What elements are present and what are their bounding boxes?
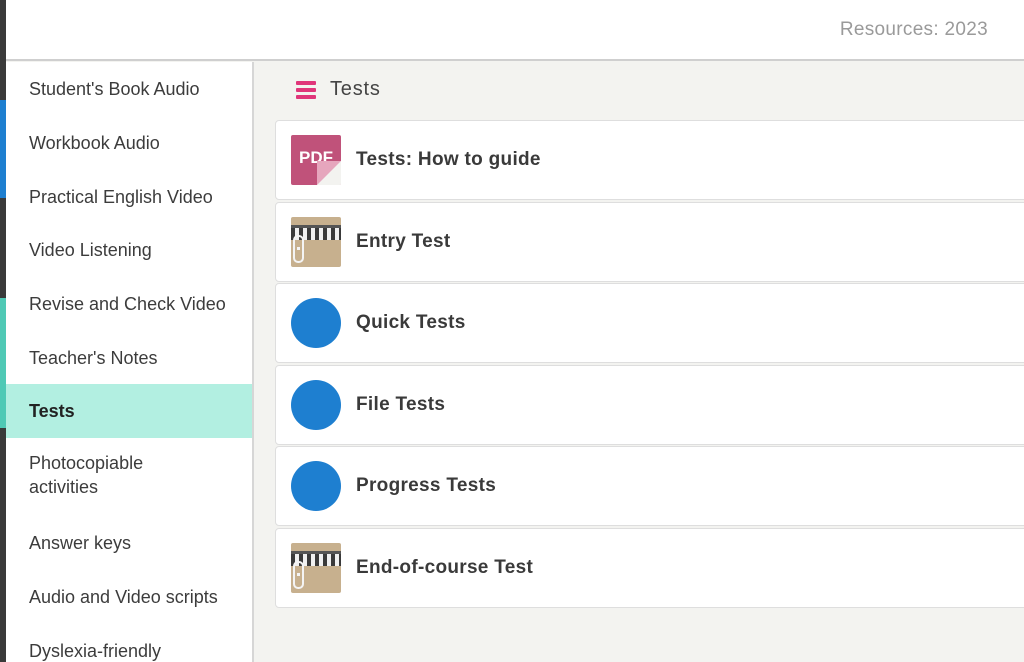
sidebar-item-teachers-notes[interactable]: Teacher's Notes — [6, 331, 252, 385]
sidebar-item-tests[interactable]: Tests — [6, 384, 252, 438]
folder-circle-icon — [291, 298, 341, 348]
resource-item-entry-test[interactable]: Entry Test — [275, 202, 1024, 282]
sidebar-item-label: Dyslexia-friendly — [29, 640, 162, 661]
pdf-file-icon: PDF — [291, 135, 341, 185]
sidebar-item-label: Revise and Check Video — [29, 293, 226, 314]
section-header: Tests — [296, 78, 381, 101]
section-title: Tests — [330, 78, 381, 100]
sidebar-item-students-book-audio[interactable]: Student's Book Audio — [6, 62, 252, 116]
sidebar-item-label: Video Listening — [29, 239, 152, 260]
sidebar-item-practical-english-video[interactable]: Practical English Video — [6, 170, 252, 224]
zip-archive-icon — [291, 543, 341, 593]
resource-item-quick-tests[interactable]: Quick Tests — [275, 283, 1024, 363]
resource-item-label: Tests: How to guide — [356, 149, 541, 170]
resource-item-tests-how-to-guide[interactable]: PDF Tests: How to guide — [275, 120, 1024, 200]
sidebar-item-workbook-audio[interactable]: Workbook Audio — [6, 116, 252, 170]
resource-item-label: Progress Tests — [356, 475, 497, 496]
folder-circle-icon — [291, 461, 341, 511]
resource-item-label: End-of-course Test — [356, 557, 534, 578]
sidebar-item-label: Answer keys — [29, 532, 132, 553]
sidebar-item-label: Workbook Audio — [29, 132, 160, 153]
resource-item-file-tests[interactable]: File Tests — [275, 365, 1024, 445]
sidebar-item-video-listening[interactable]: Video Listening — [6, 223, 252, 277]
sidebar: Student's Book Audio Workbook Audio Prac… — [6, 62, 254, 662]
sidebar-item-answer-keys[interactable]: Answer keys — [6, 516, 252, 570]
pdf-badge: PDF — [299, 148, 333, 167]
sidebar-item-label: Audio and Video scripts — [29, 586, 218, 607]
resource-item-label: File Tests — [356, 394, 446, 415]
sidebar-item-dyslexia-friendly[interactable]: Dyslexia-friendly — [6, 624, 252, 662]
resource-item-label: Entry Test — [356, 231, 451, 252]
menu-icon[interactable] — [296, 80, 316, 99]
resource-item-progress-tests[interactable]: Progress Tests — [275, 446, 1024, 526]
sidebar-item-label: Photocopiable activities — [29, 453, 144, 497]
resource-item-label: Quick Tests — [356, 312, 466, 333]
sidebar-item-revise-and-check-video[interactable]: Revise and Check Video — [6, 277, 252, 331]
zip-archive-icon — [291, 217, 341, 267]
top-bar: Resources: 2023 — [6, 0, 1024, 61]
resources-label: Resources: 2023 — [839, 19, 988, 40]
sidebar-item-label: Teacher's Notes — [29, 347, 158, 368]
sidebar-item-audio-and-video-scripts[interactable]: Audio and Video scripts — [6, 570, 252, 624]
sidebar-item-label: Practical English Video — [29, 186, 213, 207]
sidebar-item-label: Tests — [29, 400, 75, 421]
sidebar-item-photocopiable-activities[interactable]: Photocopiable activities — [6, 442, 252, 508]
sidebar-item-label: Student's Book Audio — [29, 78, 200, 99]
folder-circle-icon — [291, 380, 341, 430]
main-content: Tests PDF Tests: How to guide Entry Test… — [256, 62, 1024, 662]
resource-item-end-of-course-test[interactable]: End-of-course Test — [275, 528, 1024, 608]
